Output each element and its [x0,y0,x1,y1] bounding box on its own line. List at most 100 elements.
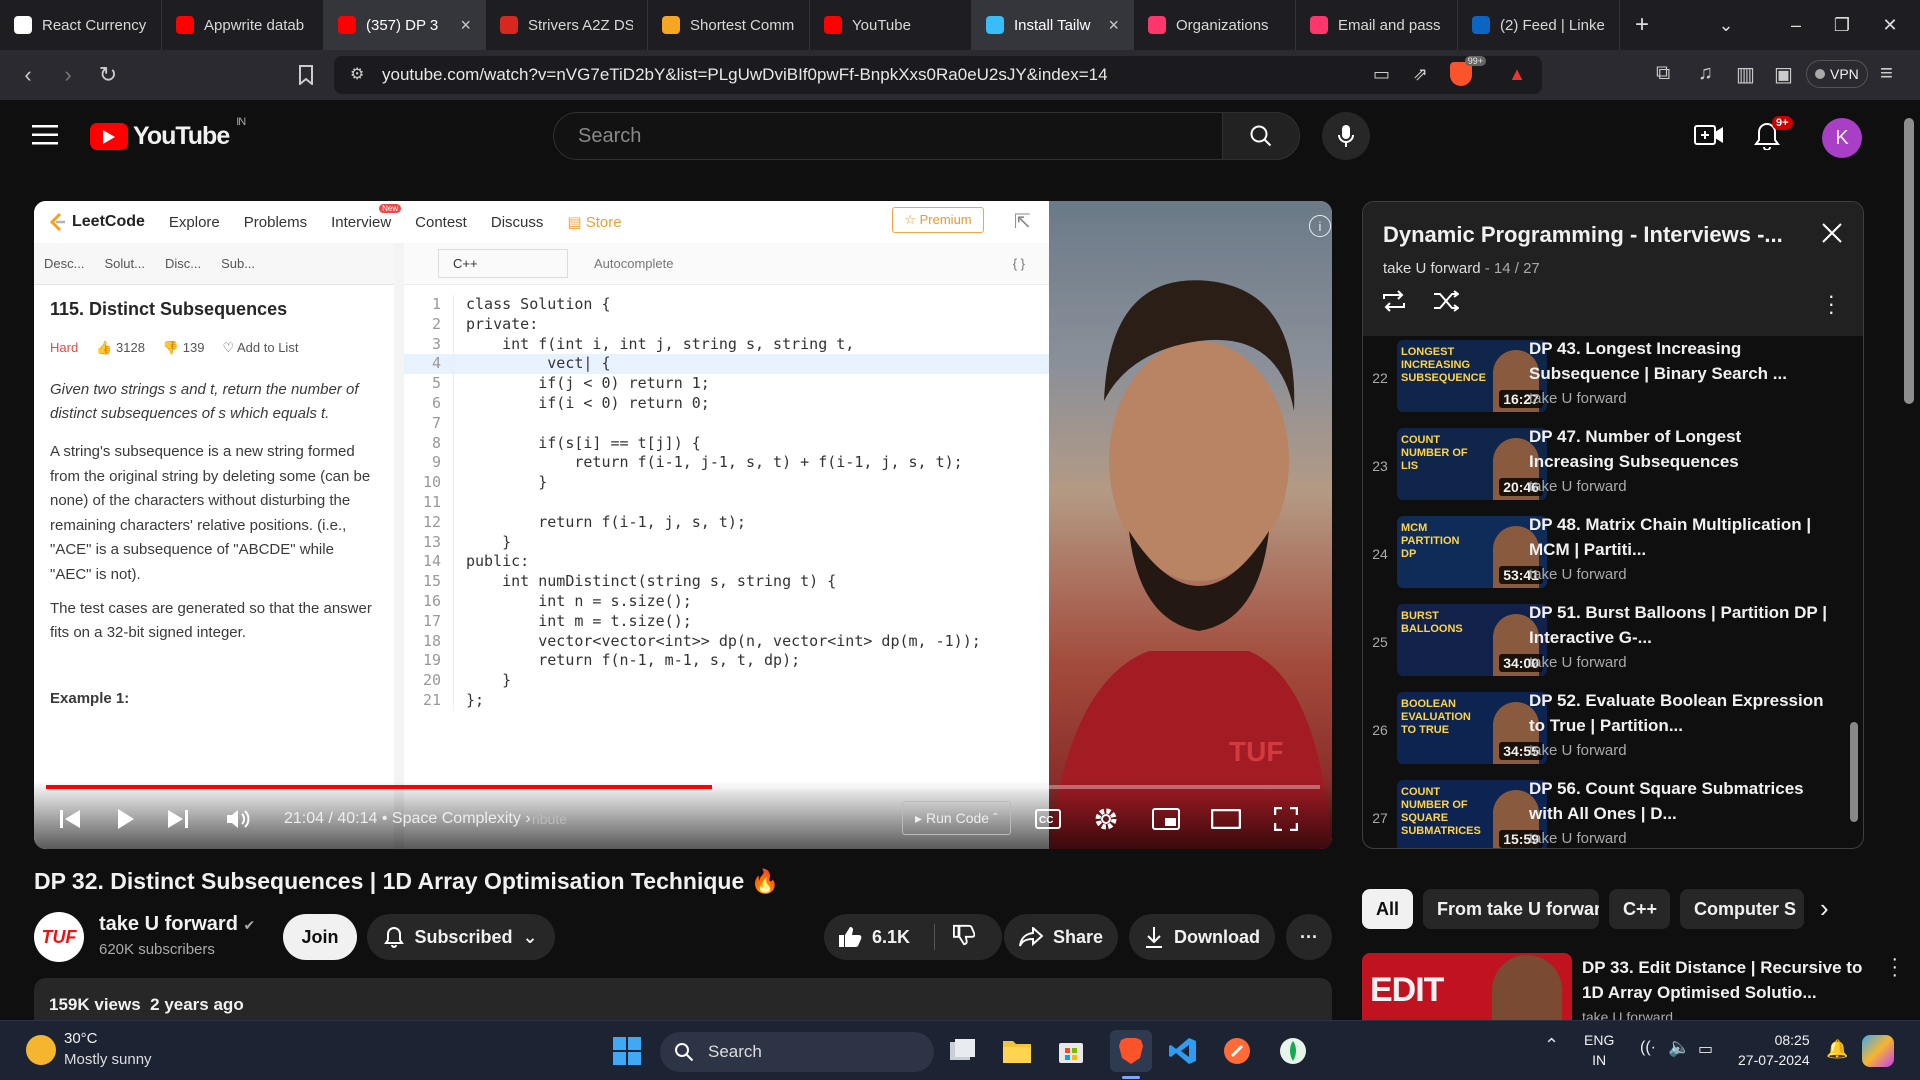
windows-start-icon[interactable] [610,1034,644,1068]
loop-icon[interactable] [1381,290,1407,312]
playlist-channel[interactable]: take U forward [1383,260,1481,277]
url-field[interactable]: ⚙ youtube.com/watch?v=nVG7eTiD2bY&list=P… [334,56,1542,94]
media-icon[interactable]: ♫ [1698,62,1713,85]
rec-more-icon[interactable]: · · · [1891,949,1898,985]
share-button[interactable]: Share [1004,914,1118,960]
back-button[interactable]: ‹ [8,55,48,95]
copilot-icon[interactable] [1862,1035,1894,1067]
join-button[interactable]: Join [283,914,357,960]
browser-tab[interactable]: Email and pass [1296,0,1458,50]
recommended-video[interactable]: EDIT DP 33. Edit Distance | Recursive to… [1362,949,1902,1020]
playlist-item[interactable]: 23 Count Number of LIS 20:46 DP 47. Number … [1363,427,1853,516]
postman-icon[interactable] [1220,1034,1254,1068]
page-scrollbar[interactable] [1898,100,1920,1020]
browser-tab[interactable]: Install Tailw × [972,0,1134,50]
hamburger-menu-icon[interactable] [32,124,58,151]
minimize-button[interactable]: – [1772,0,1820,50]
bookmark-icon[interactable] [286,55,326,95]
extensions-icon[interactable]: ⧉ [1656,62,1670,85]
voice-search-button[interactable] [1322,112,1370,160]
new-tab-button[interactable]: + [1620,11,1664,39]
battery-icon[interactable]: ▭ [1698,1039,1713,1059]
playlist-scroll-thumb[interactable] [1850,722,1858,822]
settings-button[interactable] [1086,799,1126,839]
playlist-more-icon[interactable]: · · · [1828,285,1835,323]
like-button[interactable]: 6.1K [838,926,910,948]
shuffle-icon[interactable] [1433,290,1459,312]
playlist-item[interactable]: 24 MCM Partition DP 53:41 DP 48. Matrix Cha… [1363,515,1853,604]
browser-tab[interactable]: Appwrite datab [162,0,324,50]
volume-button[interactable] [218,799,258,839]
brave-rewards-icon[interactable]: ▲ [1508,64,1526,85]
account-avatar[interactable]: K [1822,118,1862,158]
playlist-scrollbar[interactable] [1849,336,1859,848]
chips-next-icon[interactable]: › [1820,893,1829,924]
show-hidden-icons[interactable]: ⌃ [1544,1035,1559,1056]
chapter-title[interactable]: Space Complexity [392,810,521,827]
file-explorer-icon[interactable] [1000,1034,1034,1068]
notification-bell-icon[interactable]: 🔔 [1826,1039,1848,1060]
browser-tab[interactable]: (2) Feed | Linke [1458,0,1620,50]
youtube-logo[interactable]: YouTube IN [90,116,246,151]
browser-tab[interactable]: (357) DP 3 × [324,0,486,50]
wallet-icon[interactable]: ▣ [1774,62,1793,87]
info-icon[interactable]: i [1309,215,1331,237]
brave-taskbar-icon[interactable] [1110,1030,1152,1072]
channel-avatar[interactable]: TUF [34,912,84,962]
wifi-icon[interactable]: ((· [1640,1039,1656,1057]
speaker-icon[interactable]: 🔈 [1668,1037,1690,1058]
close-window-button[interactable]: ✕ [1866,0,1914,50]
maximize-button[interactable]: ❐ [1818,0,1866,50]
cast-icon[interactable]: ▭ [1373,64,1390,85]
browser-tab[interactable]: React Currency [0,0,162,50]
sidebar-icon[interactable]: ▥ [1736,62,1755,87]
browser-tab[interactable]: Strivers A2Z DS [486,0,648,50]
site-info-icon[interactable]: ⚙ [350,64,364,84]
close-tab-icon[interactable]: × [1108,15,1119,36]
theater-mode-button[interactable] [1206,799,1246,839]
next-button[interactable] [158,799,198,839]
miniplayer-button[interactable] [1146,799,1186,839]
playlist-title[interactable]: Dynamic Programming - Interviews -... [1383,222,1803,248]
browser-tab[interactable]: Organizations [1134,0,1296,50]
dislike-button[interactable] [953,924,976,951]
mongodb-compass-icon[interactable] [1276,1034,1310,1068]
clock[interactable]: 08:25 27-07-2024 [1738,1030,1810,1070]
progress-bar[interactable] [46,785,1320,789]
more-actions-button[interactable]: ··· [1286,914,1332,960]
weather-temp[interactable]: 30°C [64,1030,98,1047]
share-icon[interactable]: ⇗ [1413,64,1428,85]
playlist-item[interactable]: 25 Burst Balloons 34:00 DP 51. Burst Balloo… [1363,603,1853,692]
chip-cpp[interactable]: C++ [1609,889,1670,929]
playlist-item[interactable]: 27 Count Number of Square Submatrices 15:5… [1363,779,1853,848]
microsoft-store-icon[interactable] [1054,1034,1088,1068]
create-video-icon[interactable] [1694,122,1724,153]
chip-computer-science[interactable]: Computer S [1680,889,1804,929]
download-button[interactable]: Download [1129,914,1275,960]
previous-button[interactable] [50,799,90,839]
search-input[interactable]: Search [553,112,1223,160]
browser-tab[interactable]: YouTube [810,0,972,50]
search-button[interactable] [1222,112,1300,160]
reload-button[interactable]: ↻ [88,55,128,95]
task-view-icon[interactable] [946,1034,980,1068]
chip-all[interactable]: All [1362,889,1413,929]
page-scroll-thumb[interactable] [1904,118,1914,404]
browser-tab[interactable]: Shortest Comm [648,0,810,50]
playlist-item[interactable]: 22 Longest Increasing Subsequence 16:27 DP … [1363,339,1853,428]
taskbar-search[interactable]: Search [660,1032,934,1072]
video-player[interactable]: LeetCode Explore Problems Interview New C… [34,201,1332,849]
language-indicator[interactable]: ENG IN [1584,1030,1614,1070]
subscribed-button[interactable]: Subscribed ⌄ [367,914,555,960]
captions-button[interactable]: CC [1028,799,1068,839]
channel-name[interactable]: take U forward ✔ [99,913,255,936]
close-playlist-icon[interactable] [1821,222,1843,249]
weather-desc[interactable]: Mostly sunny [64,1051,152,1068]
vpn-button[interactable]: VPN [1806,60,1868,88]
vscode-icon[interactable] [1166,1034,1200,1068]
forward-button[interactable]: › [48,55,88,95]
menu-icon[interactable]: ≡ [1880,60,1893,86]
chip-from-channel[interactable]: From take U forward [1423,889,1599,929]
playlist-item[interactable]: 26 Boolean Evaluation to True 34:55 DP 52. … [1363,691,1853,780]
tab-search-icon[interactable]: ⌄ [1702,0,1750,50]
